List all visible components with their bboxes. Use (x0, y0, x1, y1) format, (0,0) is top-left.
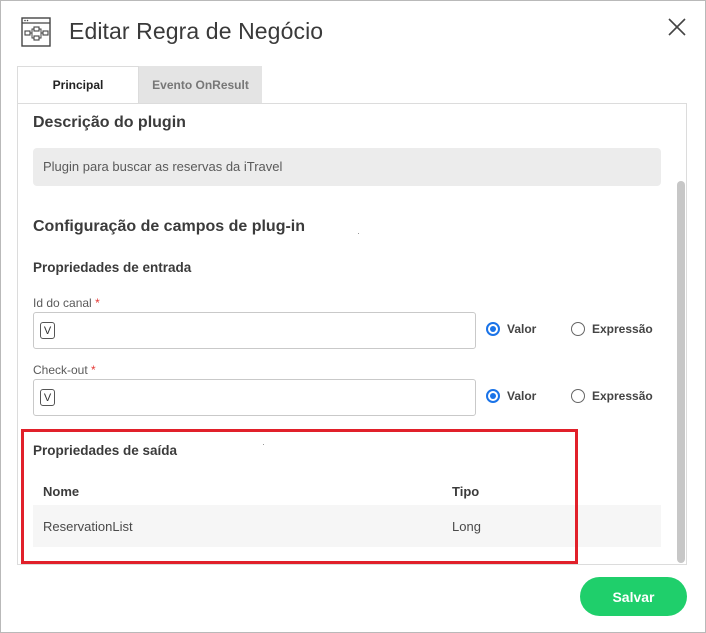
variable-icon[interactable]: V (40, 389, 55, 406)
radio-selected-icon (486, 389, 500, 403)
tab-evento-onresult[interactable]: Evento OnResult (139, 66, 262, 103)
field-label-id-canal: Id do canal * (33, 296, 100, 310)
field-label-check-out: Check-out * (33, 363, 96, 377)
save-button[interactable]: Salvar (580, 577, 687, 616)
dialog-title: Editar Regra de Negócio (69, 18, 324, 44)
radio-valor-id-canal[interactable]: Valor (486, 322, 536, 336)
radio-valor-check-out[interactable]: Valor (486, 389, 536, 403)
scrollbar-thumb[interactable] (677, 181, 685, 563)
description-heading: Descrição do plugin (33, 114, 186, 131)
radio-expressao-check-out[interactable]: Expressão (571, 389, 653, 403)
radio-expressao-id-canal[interactable]: Expressão (571, 322, 653, 336)
id-canal-input[interactable]: V (33, 312, 476, 349)
close-icon[interactable] (665, 15, 689, 39)
flowchart-icon (21, 17, 51, 47)
config-heading: Configuração de campos de plug-in (33, 218, 306, 235)
check-out-input[interactable]: V (33, 379, 476, 416)
required-mark: * (95, 296, 100, 310)
input-props-heading: Propriedades de entrada (33, 260, 192, 275)
radio-unselected-icon (571, 322, 585, 336)
tab-principal[interactable]: Principal (17, 66, 139, 103)
radio-unselected-icon (571, 389, 585, 403)
radio-selected-icon (486, 322, 500, 336)
highlight-box (21, 429, 578, 564)
description-field[interactable]: Plugin para buscar as reservas da iTrave… (33, 148, 661, 186)
stray-dot (358, 233, 359, 234)
variable-icon[interactable]: V (40, 322, 55, 339)
required-mark: * (91, 363, 96, 377)
